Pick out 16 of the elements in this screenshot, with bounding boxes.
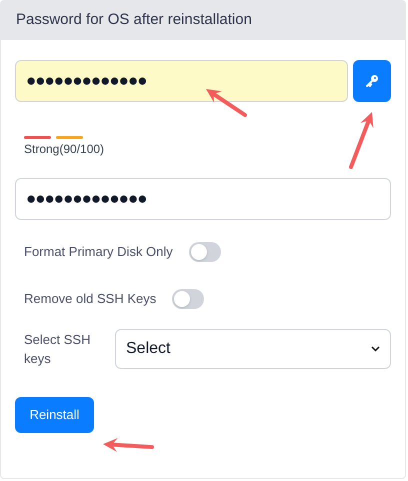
panel-title: Password for OS after reinstallation <box>16 10 252 30</box>
key-icon <box>365 74 379 88</box>
strength-label: Strong(90/100) <box>24 141 106 158</box>
select-label: Select SSH keys <box>23 331 92 368</box>
confirm-password-field[interactable]: ●●●●●●●●●●●●● <box>15 178 391 220</box>
chevron-down-icon <box>371 346 380 352</box>
ssh-keys-select[interactable]: Select <box>115 329 391 369</box>
arrow-icon <box>203 86 248 118</box>
password-field[interactable]: ●●●●●●●●●●●●● <box>15 60 348 102</box>
toggle-label: Remove old SSH Keys <box>24 290 156 308</box>
toggle-label: Format Primary Disk Only <box>24 243 173 262</box>
reinstall-button[interactable]: Reinstall <box>15 397 94 433</box>
toggle-switch[interactable] <box>188 242 221 262</box>
arrow-icon <box>348 109 376 170</box>
generate-password-button[interactable] <box>353 60 391 102</box>
toggle-switch[interactable] <box>172 289 204 309</box>
